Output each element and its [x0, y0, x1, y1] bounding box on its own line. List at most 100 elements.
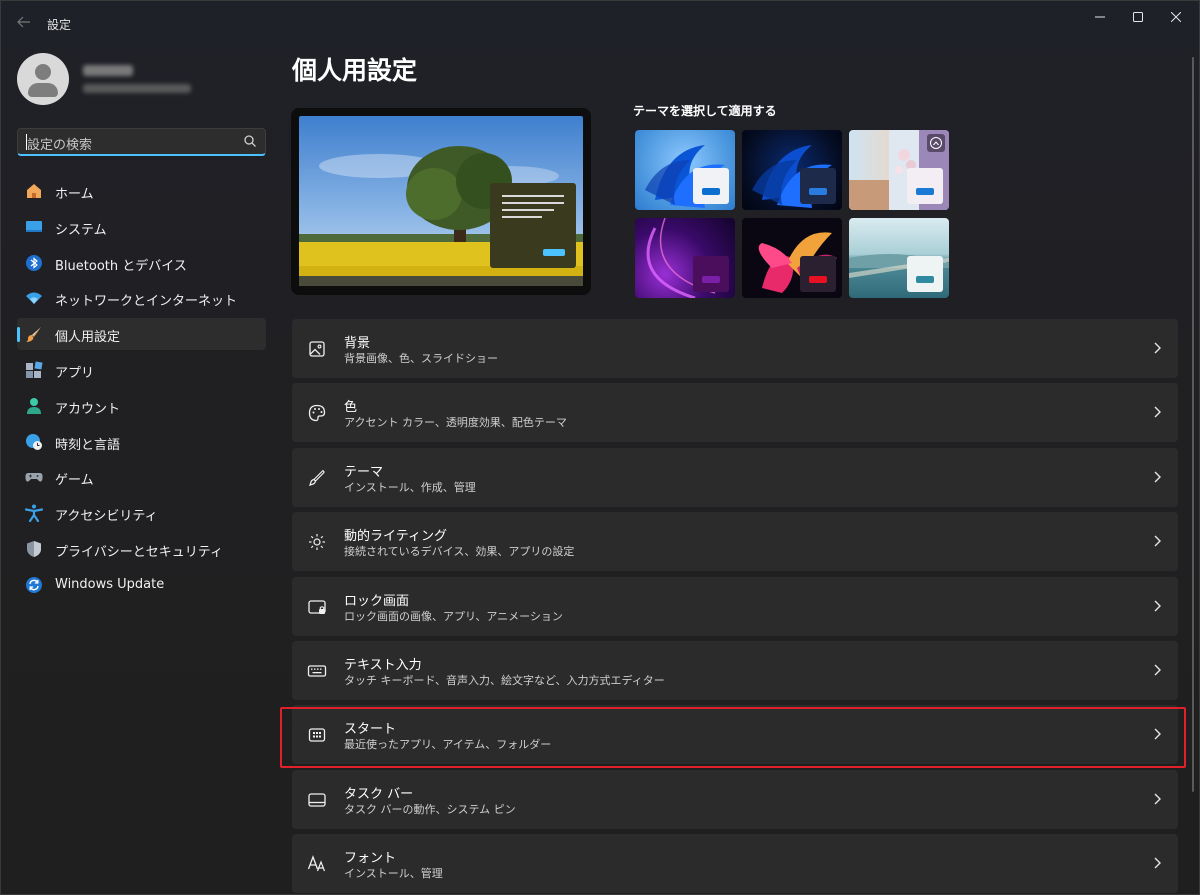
sidebar-item-bluetooth[interactable]: Bluetooth とデバイス: [17, 247, 266, 279]
sidebar-item-label: ホーム: [55, 187, 94, 202]
theme-accent-swatch: [702, 276, 720, 283]
setting-row-subtitle: タスク バーの動作、システム ピン: [344, 802, 516, 816]
chevron-right-icon: [1154, 793, 1161, 805]
shield-icon: [27, 540, 41, 557]
preview-text-line: [502, 209, 554, 211]
preview-accent-button: [543, 249, 565, 256]
sidebar-item-label: アカウント: [55, 401, 121, 417]
theme-accent-chip: [800, 256, 836, 292]
theme-tile-windows-dark[interactable]: [742, 130, 842, 210]
search-placeholder: 設定の検索: [27, 138, 93, 153]
sidebar-item-label: Windows Update: [55, 576, 165, 592]
start-icon: [308, 728, 326, 743]
setting-row-title: スタート: [344, 722, 397, 738]
sidebar-item-privacy[interactable]: プライバシーとセキュリティ: [17, 533, 266, 565]
sidebar-item-network[interactable]: ネットワークとインターネット: [17, 282, 266, 314]
search-icon[interactable]: [243, 134, 257, 148]
chevron-right-icon: [1154, 600, 1161, 612]
theme-accent-swatch: [916, 276, 934, 283]
avatar[interactable]: [17, 53, 69, 105]
system-icon: [26, 220, 42, 232]
setting-row-subtitle: ロック画面の画像、アプリ、アニメーション: [344, 609, 563, 623]
desktop-preview: [291, 108, 591, 295]
setting-row-fonts[interactable]: フォント インストール、管理: [292, 834, 1178, 894]
sidebar-item-label: アクセシビリティ: [55, 509, 158, 525]
sidebar-item-label: アプリ: [55, 365, 95, 381]
sidebar-item-label: ネットワークとインターネット: [55, 294, 238, 310]
setting-row-taskbar[interactable]: タスク バー タスク バーの動作、システム ピン: [292, 769, 1178, 829]
sidebar-item-windows-update[interactable]: Windows Update: [17, 569, 266, 601]
theme-accent-swatch: [916, 188, 934, 195]
sidebar-nav: ホーム システム Bluetooth とデバイス ネットワークとインターネット …: [17, 175, 266, 605]
back-button[interactable]: [11, 11, 37, 35]
theme-accent-swatch: [809, 276, 827, 283]
theme-accent-swatch: [702, 188, 720, 195]
sidebar-item-system[interactable]: システム: [17, 211, 266, 243]
sidebar-item-time-language[interactable]: 時刻と言語: [17, 426, 266, 458]
image-icon: [309, 341, 325, 357]
font-icon: [307, 855, 326, 872]
preview-window: [490, 183, 576, 268]
setting-row-title: 動的ライティング: [344, 529, 447, 545]
title-bar: 設定: [1, 1, 1200, 45]
theme-heading: テーマを選択して適用する: [633, 104, 777, 118]
sidebar-item-accessibility[interactable]: アクセシビリティ: [17, 497, 266, 529]
wifi-icon: [26, 292, 42, 305]
bluetooth-icon: [26, 254, 42, 271]
avatar-body: [28, 83, 58, 97]
sidebar-item-gaming[interactable]: ゲーム: [17, 461, 266, 493]
maximize-icon: [1133, 12, 1143, 22]
setting-row-dynamic-lighting[interactable]: 動的ライティング 接続されているデバイス、効果、アプリの設定: [292, 512, 1178, 572]
setting-row-text-input[interactable]: テキスト入力 タッチ キーボード、音声入力、絵文字など、入力方式エディター: [292, 641, 1178, 700]
paintbrush-icon: [26, 327, 41, 343]
sidebar-item-personalization[interactable]: 個人用設定: [17, 318, 266, 351]
lock-screen-icon: [308, 599, 326, 614]
apps-icon: [26, 361, 43, 378]
setting-row-start[interactable]: スタート 最近使ったアプリ、アイテム、フォルダー: [292, 705, 1178, 765]
setting-row-subtitle: 背景画像、色、スライドショー: [344, 352, 498, 365]
close-button[interactable]: [1153, 1, 1199, 33]
setting-row-title: フォント: [344, 851, 397, 867]
preview-text-line: [502, 202, 564, 204]
scrollbar[interactable]: [1192, 57, 1194, 792]
setting-row-background[interactable]: 背景 背景画像、色、スライドショー: [292, 319, 1178, 378]
theme-tile-sunrise[interactable]: [849, 218, 949, 298]
keyboard-icon: [307, 665, 327, 677]
theme-tile-glow[interactable]: [849, 130, 949, 210]
sidebar-item-label: 個人用設定: [55, 330, 121, 346]
search-input[interactable]: 設定の検索: [17, 128, 266, 156]
setting-row-themes[interactable]: テーマ インストール、作成、管理: [292, 447, 1178, 507]
setting-row-title: ロック画面: [344, 593, 410, 609]
theme-tile-flow[interactable]: [742, 218, 842, 298]
user-name: [83, 65, 133, 76]
chevron-right-icon: [1154, 664, 1161, 676]
sidebar-item-accounts[interactable]: アカウント: [17, 390, 266, 422]
sidebar-item-apps[interactable]: アプリ: [17, 354, 266, 386]
home-icon: [27, 184, 41, 198]
close-icon: [1171, 12, 1181, 22]
sidebar-item-home[interactable]: ホーム: [17, 175, 266, 207]
sidebar-item-label: 時刻と言語: [55, 437, 121, 453]
slideshow-icon: [930, 137, 942, 149]
chevron-right-icon: [1154, 342, 1161, 354]
setting-row-title: 色: [344, 400, 358, 416]
setting-row-subtitle: インストール、作成、管理: [344, 480, 476, 494]
setting-row-title: テーマ: [344, 464, 384, 480]
theme-tile-windows-light[interactable]: [635, 130, 735, 210]
theme-accent-swatch: [809, 188, 827, 195]
setting-row-subtitle: インストール、管理: [344, 867, 443, 881]
setting-row-title: テキスト入力: [344, 658, 422, 673]
theme-accent-chip: [907, 256, 943, 292]
chevron-right-icon: [1154, 471, 1161, 483]
back-arrow-icon: [17, 16, 30, 28]
theme-tile-captured-motion[interactable]: [635, 218, 735, 298]
setting-row-subtitle: タッチ キーボード、音声入力、絵文字など、入力方式エディター: [344, 674, 665, 687]
setting-row-lock-screen[interactable]: ロック画面 ロック画面の画像、アプリ、アニメーション: [292, 576, 1178, 636]
sidebar-item-label: Bluetooth とデバイス: [55, 258, 187, 274]
brush-icon: [309, 469, 325, 486]
theme-accent-chip: [693, 168, 729, 204]
settings-window: 設定 設定の検索 ホーム システム Bluetooth とデバイス ネットワーク…: [0, 0, 1200, 895]
chevron-right-icon: [1154, 857, 1161, 869]
setting-row-colors[interactable]: 色 アクセント カラー、透明度効果、配色テーマ: [292, 383, 1178, 443]
sidebar-item-label: システム: [55, 222, 107, 238]
